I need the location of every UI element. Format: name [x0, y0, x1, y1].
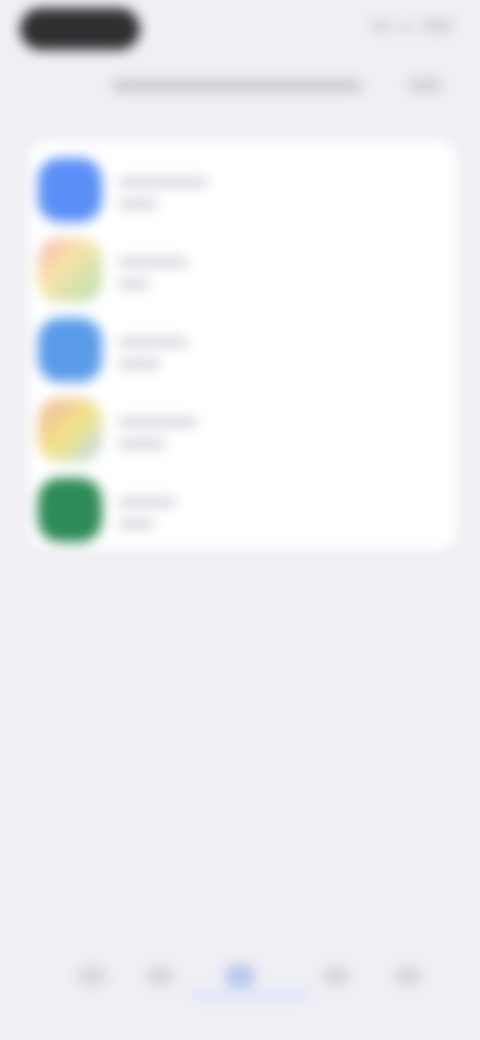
tab-5[interactable]: [386, 958, 430, 994]
app-list-card: [28, 140, 458, 550]
list-item-text: [118, 251, 188, 289]
active-tab-indicator: [190, 992, 310, 998]
status-bar: [0, 0, 480, 60]
list-item-subtitle-placeholder: [118, 519, 154, 529]
list-item[interactable]: [28, 390, 458, 470]
status-icons: [372, 20, 452, 32]
list-item-subtitle-placeholder: [118, 279, 150, 289]
tab-1[interactable]: [70, 958, 114, 994]
header-action-button[interactable]: [408, 78, 442, 92]
signal-icon: [372, 21, 390, 31]
list-item-title-placeholder: [118, 337, 188, 347]
list-item-subtitle-placeholder: [118, 199, 158, 209]
list-item-title-placeholder: [118, 417, 198, 427]
tab-4[interactable]: [314, 958, 358, 994]
list-item-text: [118, 411, 198, 449]
app-icon: [38, 478, 102, 542]
app-screen: [0, 0, 480, 1040]
list-item[interactable]: [28, 230, 458, 310]
page-title: [112, 74, 372, 100]
app-icon: [38, 238, 102, 302]
battery-icon: [422, 20, 452, 32]
tab-3[interactable]: [218, 958, 262, 994]
status-time-pill: [20, 8, 140, 50]
list-item-text: [118, 171, 208, 209]
tab-2-icon: [146, 967, 174, 985]
tab-bar: [40, 940, 440, 1010]
app-icon: [38, 158, 102, 222]
app-icon: [38, 318, 102, 382]
tab-4-icon: [322, 967, 350, 985]
header: [0, 64, 480, 112]
list-item-title-placeholder: [118, 257, 188, 267]
list-item[interactable]: [28, 150, 458, 230]
list-item-subtitle-placeholder: [118, 359, 160, 369]
tab-3-icon: [226, 965, 254, 987]
tab-1-icon: [78, 967, 106, 985]
list-item-subtitle-placeholder: [118, 439, 166, 449]
list-item-text: [118, 331, 188, 369]
list-item-title-placeholder: [118, 497, 176, 507]
tab-5-icon: [394, 967, 422, 985]
list-item[interactable]: [28, 310, 458, 390]
list-item[interactable]: [28, 470, 458, 550]
app-icon: [38, 398, 102, 462]
list-item-text: [118, 491, 176, 529]
tab-2[interactable]: [138, 958, 182, 994]
wifi-icon: [398, 21, 414, 31]
list-item-title-placeholder: [118, 177, 208, 187]
